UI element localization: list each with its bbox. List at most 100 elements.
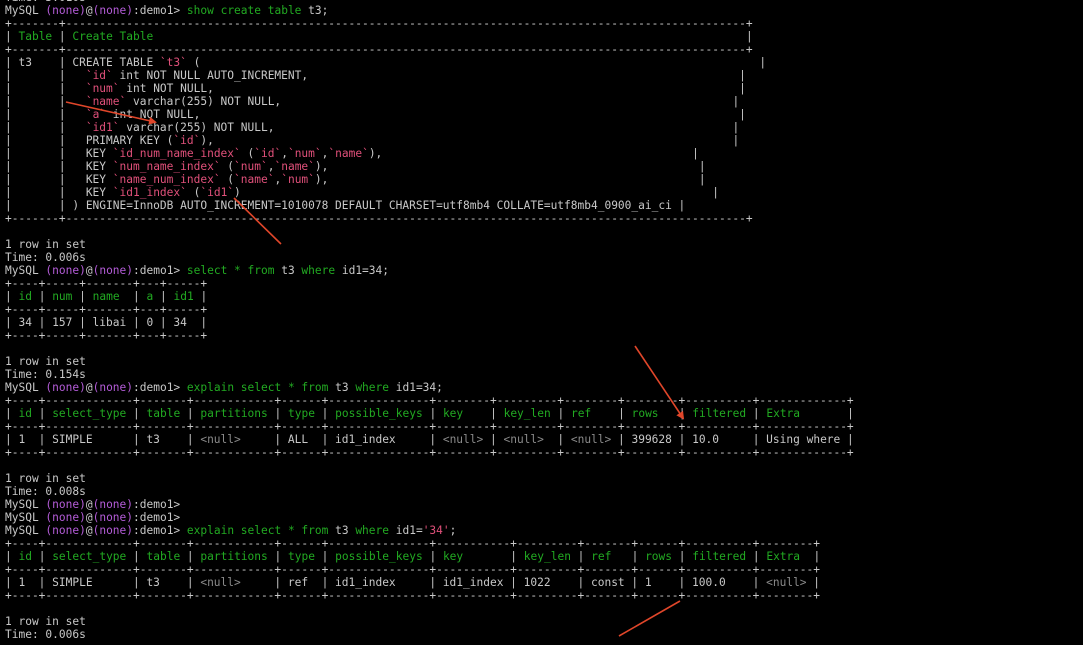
terminal-text: '34' [422, 524, 450, 537]
terminal-text: (none) [92, 381, 134, 394]
terminal-text: | [5, 290, 19, 303]
terminal-text: t3 [328, 524, 356, 537]
terminal-text: int NOT NULL, | [119, 82, 746, 95]
terminal-text: | | KEY [5, 186, 113, 199]
terminal-text: | [52, 30, 73, 43]
terminal-text: ( [220, 160, 235, 173]
terminal-text: `name` [85, 95, 127, 108]
terminal-text: `t3` [159, 56, 187, 69]
terminal-text: :demo1> [133, 264, 187, 277]
terminal-text: varchar(255) NOT NULL, | [126, 95, 740, 108]
terminal-text: | [5, 550, 19, 563]
terminal-text: | [550, 407, 571, 420]
terminal-text: (none) [92, 511, 134, 524]
terminal-text: <null> [442, 433, 484, 446]
terminal-text: :demo1> [133, 4, 187, 17]
terminal-text: Time: 0.154s [5, 368, 86, 381]
terminal-text: Time: 0.006s [5, 628, 86, 641]
terminal-text: Extra [766, 407, 801, 420]
terminal-line: | t3 | CREATE TABLE `t3` ( | [5, 56, 1083, 69]
terminal-text: <null> [200, 576, 241, 589]
terminal-text: `id` [173, 134, 201, 147]
terminal-text: `id_num_name_index` [112, 147, 241, 160]
terminal-text: (none) [92, 524, 134, 537]
terminal-text: MySQL [5, 4, 46, 17]
terminal-text: ; [449, 524, 457, 537]
terminal-line: | 34 | 157 | libai | 0 | 34 | [5, 316, 1083, 329]
terminal-text: +----+-----+-------+---+-----+ [5, 277, 208, 290]
terminal-text: MySQL [5, 498, 46, 511]
terminal-text: | [483, 433, 504, 446]
terminal-line: | | PRIMARY KEY (`id`), | [5, 134, 1083, 147]
terminal-text: | [463, 407, 504, 420]
terminal-text: | [746, 407, 767, 420]
terminal-text: key_len [523, 550, 571, 563]
terminal-line: | id | select_type | table | partitions … [5, 407, 1083, 420]
terminal-text: | [658, 407, 693, 420]
terminal-text: | [543, 433, 571, 446]
terminal-line: +----+-------------+-------+------------… [5, 589, 1083, 602]
terminal-text: | [267, 550, 288, 563]
terminal-text: where [355, 524, 389, 537]
terminal-text: id1=34; [335, 264, 389, 277]
terminal-line: | | `name` varchar(255) NOT NULL, | [5, 95, 1083, 108]
terminal-text: +----+-----+-------+---+-----+ [5, 303, 208, 316]
terminal-text: key_len [503, 407, 551, 420]
terminal-text: | [180, 407, 201, 420]
terminal-text: | [611, 550, 646, 563]
terminal-text: (none) [45, 381, 86, 394]
terminal-text: (none) [92, 264, 134, 277]
terminal-text: +----+-------------+-------+------------… [5, 563, 820, 576]
terminal-text: | [570, 550, 592, 563]
terminal-text: | [800, 407, 854, 420]
terminal-text: select_type [52, 407, 127, 420]
terminal-text: | | KEY [5, 147, 113, 160]
terminal-text: +----+-------------+-------+------------… [5, 589, 820, 602]
terminal-text: <null> [200, 433, 241, 446]
terminal-text: key [442, 407, 464, 420]
terminal-text: (none) [45, 4, 86, 17]
terminal-text: ( [186, 186, 201, 199]
terminal-text: possible_keys [335, 407, 423, 420]
terminal-text: (none) [45, 511, 86, 524]
terminal-line: Time: 0.154s [5, 368, 1083, 381]
terminal-line: | | `a` int NOT NULL, | [5, 108, 1083, 121]
terminal-text: | [5, 30, 19, 43]
terminal-text: type [287, 550, 315, 563]
terminal-text: | [180, 550, 201, 563]
terminal-text: int NOT NULL AUTO_INCREMENT, | [112, 69, 746, 82]
terminal-text: | | KEY [5, 160, 113, 173]
terminal-text: `name` [234, 173, 275, 186]
terminal-text: , [281, 147, 288, 160]
terminal-text: | [119, 290, 147, 303]
terminal-line: MySQL (none)@(none):demo1> [5, 498, 1083, 511]
terminal-text: | | ) ENGINE=InnoDB AUTO_INCREMENT=10100… [5, 199, 686, 212]
terminal-line: | 1 | SIMPLE | t3 | <null> | ALL | id1_i… [5, 433, 1083, 446]
terminal-text: partitions [200, 550, 268, 563]
terminal-text: @ [85, 511, 93, 524]
terminal-text: show create table [186, 4, 302, 17]
terminal-text: | [5, 407, 19, 420]
terminal-text: | | [5, 121, 86, 134]
terminal-text: +----+-------------+-------+------------… [5, 420, 854, 433]
terminal-line: | | KEY `name_num_index` (`name`,`num`),… [5, 173, 1083, 186]
terminal-text: | [267, 407, 288, 420]
terminal-text: int NOT NULL, | [106, 108, 746, 121]
terminal-text: | 1 | SIMPLE | t3 | [5, 576, 201, 589]
terminal-text: `name` [328, 147, 369, 160]
terminal-text: `num` [287, 147, 322, 160]
terminal-text: `num` [281, 173, 315, 186]
terminal-text: | [746, 550, 767, 563]
terminal-text: | | [5, 69, 86, 82]
terminal-text: | | [5, 82, 86, 95]
terminal-text: (none) [45, 498, 86, 511]
terminal-text: `id` [85, 69, 113, 82]
terminal-line: 1 row in set [5, 615, 1083, 628]
terminal-text: t3 [274, 264, 302, 277]
terminal-text: filtered [692, 407, 747, 420]
terminal-line: MySQL (none)@(none):demo1> explain selec… [5, 524, 1083, 537]
terminal-text: ), | [200, 134, 740, 147]
terminal-text: +----+-------------+-------+------------… [5, 394, 854, 407]
terminal-text: | | [5, 95, 86, 108]
